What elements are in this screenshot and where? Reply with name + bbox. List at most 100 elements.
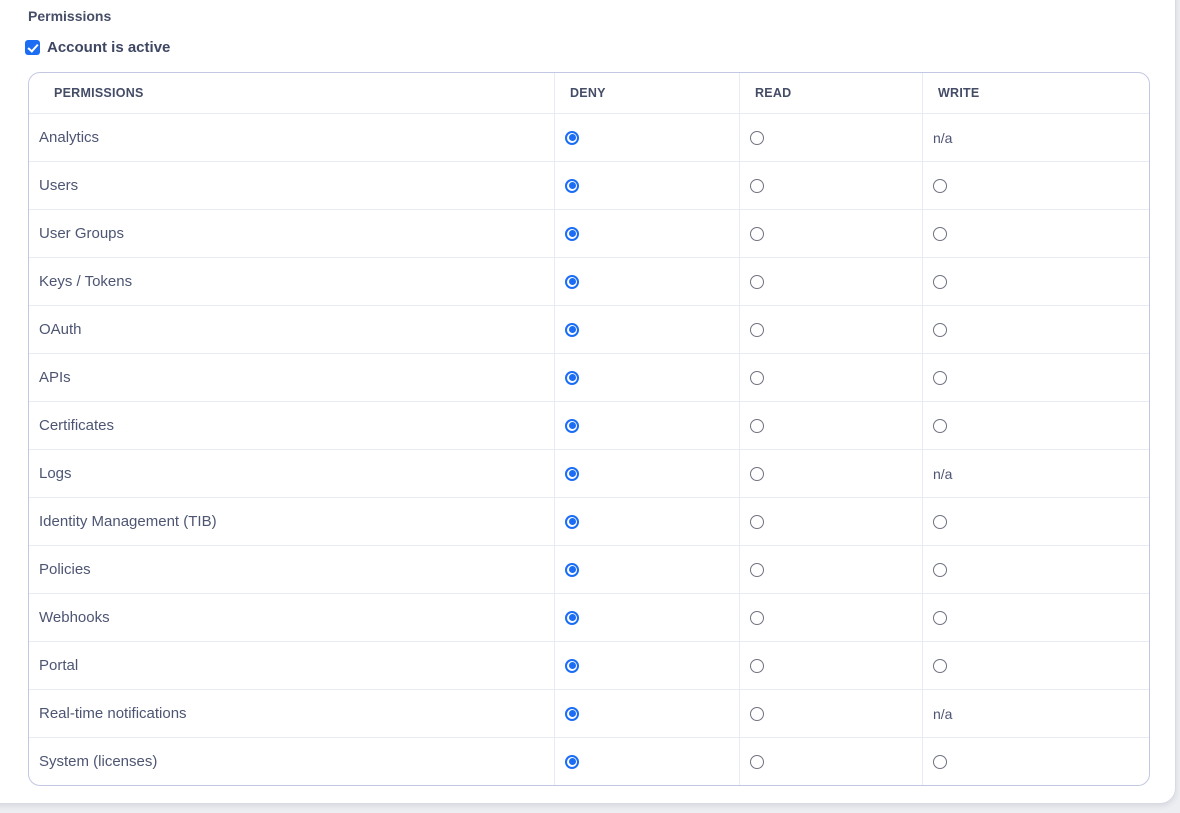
read-cell <box>739 306 922 353</box>
read-radio[interactable] <box>750 707 764 721</box>
permission-row-label: Keys / Tokens <box>29 258 554 305</box>
deny-radio[interactable] <box>565 179 579 193</box>
table-row: User Groups <box>29 209 1149 257</box>
table-row: Keys / Tokens <box>29 257 1149 305</box>
read-cell <box>739 498 922 545</box>
write-radio[interactable] <box>933 323 947 337</box>
read-radio[interactable] <box>750 275 764 289</box>
write-na-text: n/a <box>922 690 1149 737</box>
table-row: Policies <box>29 545 1149 593</box>
deny-cell <box>554 546 739 593</box>
write-radio[interactable] <box>933 755 947 769</box>
deny-cell <box>554 690 739 737</box>
table-row: Analytics n/a <box>29 113 1149 161</box>
read-radio[interactable] <box>750 659 764 673</box>
table-body: Analytics n/a UsersUser GroupsKeys / Token… <box>29 113 1149 785</box>
table-row: Logs n/a <box>29 449 1149 497</box>
column-header-deny: DENY <box>554 73 739 113</box>
read-radio[interactable] <box>750 611 764 625</box>
deny-radio[interactable] <box>565 131 579 145</box>
permission-row-label: Logs <box>29 450 554 497</box>
read-radio[interactable] <box>750 419 764 433</box>
permission-row-label: Identity Management (TIB) <box>29 498 554 545</box>
deny-radio[interactable] <box>565 323 579 337</box>
table-row: Users <box>29 161 1149 209</box>
read-radio[interactable] <box>750 515 764 529</box>
deny-radio[interactable] <box>565 227 579 241</box>
write-radio[interactable] <box>933 419 947 433</box>
write-cell <box>922 162 1149 209</box>
account-active-label: Account is active <box>47 39 170 56</box>
write-cell <box>922 258 1149 305</box>
deny-radio[interactable] <box>565 755 579 769</box>
column-header-write: WRITE <box>922 73 1149 113</box>
permission-row-label: Webhooks <box>29 594 554 641</box>
deny-radio[interactable] <box>565 371 579 385</box>
permission-row-label: OAuth <box>29 306 554 353</box>
permission-row-label: System (licenses) <box>29 738 554 785</box>
deny-radio[interactable] <box>565 419 579 433</box>
write-na-text: n/a <box>922 450 1149 497</box>
permission-row-label: Analytics <box>29 114 554 161</box>
deny-cell <box>554 642 739 689</box>
write-cell <box>922 642 1149 689</box>
deny-cell <box>554 594 739 641</box>
read-radio[interactable] <box>750 227 764 241</box>
write-cell <box>922 594 1149 641</box>
read-cell <box>739 642 922 689</box>
permissions-heading: Permissions <box>28 8 111 24</box>
table-row: Portal <box>29 641 1149 689</box>
write-radio[interactable] <box>933 275 947 289</box>
account-active-row: Account is active <box>25 39 170 56</box>
deny-radio[interactable] <box>565 275 579 289</box>
read-cell <box>739 114 922 161</box>
write-cell <box>922 210 1149 257</box>
deny-radio[interactable] <box>565 563 579 577</box>
read-radio[interactable] <box>750 131 764 145</box>
table-row: System (licenses) <box>29 737 1149 785</box>
write-cell <box>922 546 1149 593</box>
write-cell <box>922 738 1149 785</box>
read-radio[interactable] <box>750 467 764 481</box>
write-radio[interactable] <box>933 179 947 193</box>
read-radio[interactable] <box>750 755 764 769</box>
deny-cell <box>554 354 739 401</box>
deny-radio[interactable] <box>565 659 579 673</box>
deny-radio[interactable] <box>565 611 579 625</box>
write-radio[interactable] <box>933 515 947 529</box>
permission-row-label: User Groups <box>29 210 554 257</box>
read-cell <box>739 690 922 737</box>
permission-row-label: Users <box>29 162 554 209</box>
deny-cell <box>554 306 739 353</box>
table-row: Identity Management (TIB) <box>29 497 1149 545</box>
deny-radio[interactable] <box>565 515 579 529</box>
read-radio[interactable] <box>750 323 764 337</box>
permissions-section: Permissions Account is active PERMISSION… <box>0 0 1180 813</box>
column-header-read: READ <box>739 73 922 113</box>
read-radio[interactable] <box>750 179 764 193</box>
write-radio[interactable] <box>933 563 947 577</box>
deny-cell <box>554 402 739 449</box>
read-cell <box>739 162 922 209</box>
read-radio[interactable] <box>750 371 764 385</box>
write-radio[interactable] <box>933 371 947 385</box>
write-na-text: n/a <box>922 114 1149 161</box>
permission-row-label: APIs <box>29 354 554 401</box>
write-radio[interactable] <box>933 227 947 241</box>
deny-cell <box>554 450 739 497</box>
deny-radio[interactable] <box>565 707 579 721</box>
deny-radio[interactable] <box>565 467 579 481</box>
permissions-table: PERMISSIONS DENY READ WRITE Analyticsn/a… <box>28 72 1150 786</box>
deny-cell <box>554 114 739 161</box>
read-cell <box>739 594 922 641</box>
deny-cell <box>554 498 739 545</box>
account-active-checkbox[interactable] <box>25 40 40 55</box>
read-cell <box>739 258 922 305</box>
write-radio[interactable] <box>933 659 947 673</box>
write-cell <box>922 498 1149 545</box>
write-cell <box>922 306 1149 353</box>
table-row: Real-time notificationsn/a <box>29 689 1149 737</box>
read-radio[interactable] <box>750 563 764 577</box>
write-radio[interactable] <box>933 611 947 625</box>
read-cell <box>739 354 922 401</box>
